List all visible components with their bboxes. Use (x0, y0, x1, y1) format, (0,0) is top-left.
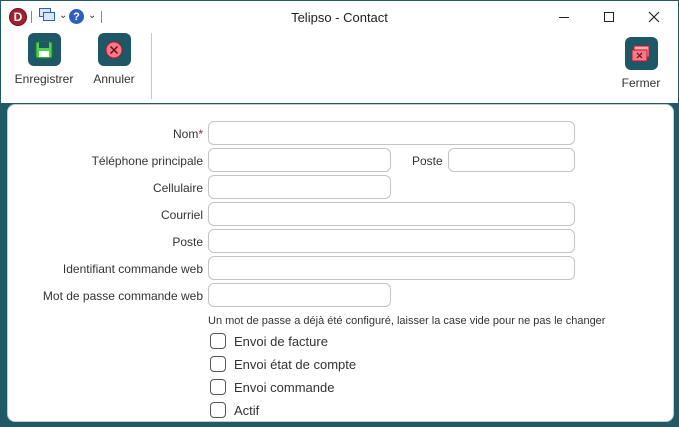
web-id-input[interactable] (208, 256, 575, 280)
web-password-label: Mot de passe commande web (42, 289, 203, 303)
checkbox[interactable] (210, 379, 226, 395)
save-icon (27, 33, 61, 66)
web-id-label: Identifiant commande web (62, 262, 203, 276)
courriel-input[interactable] (208, 202, 575, 226)
checkbox-label: Envoi commande (234, 379, 335, 395)
maximize-button[interactable] (586, 1, 632, 33)
fermer-button[interactable]: Fermer (615, 37, 667, 90)
poste-inline-input[interactable] (448, 148, 575, 172)
telephone-label: Téléphone principale (91, 154, 203, 168)
checkbox-label: Envoi état de compte (234, 356, 357, 372)
password-hint: Un mot de passe a déjà été configuré, la… (208, 315, 606, 327)
cancel-label: Annuler (93, 72, 135, 86)
poste-input[interactable] (208, 229, 575, 253)
checkbox-label: Actif (234, 402, 260, 418)
checkbox[interactable] (210, 356, 226, 372)
courriel-label: Courriel (160, 208, 203, 222)
nom-label: Nom* (172, 127, 203, 141)
minimize-button[interactable] (541, 1, 587, 33)
contact-form: Nom* Téléphone principale Poste Cellulai… (7, 104, 674, 422)
ribbon-toolbar: Enregistrer Annuler Fermer (1, 33, 678, 103)
save-label: Enregistrer (14, 72, 74, 86)
telephone-input[interactable] (208, 148, 391, 172)
required-mark: * (198, 127, 203, 141)
checkbox-label: Envoi de facture (234, 333, 328, 349)
close-icon (648, 11, 660, 23)
checkbox-actif[interactable]: Actif (210, 402, 259, 418)
checkbox-envoi-commande[interactable]: Envoi commande (210, 379, 334, 395)
checkbox-envoi-etat-compte[interactable]: Envoi état de compte (210, 356, 356, 372)
checkbox-envoi-facture[interactable]: Envoi de facture (210, 333, 328, 349)
cancel-button[interactable]: Annuler (87, 33, 141, 86)
poste-inline-label: Poste (412, 154, 443, 168)
close-form-icon (624, 37, 658, 70)
checkbox[interactable] (210, 333, 226, 349)
fermer-label: Fermer (621, 76, 661, 90)
web-password-input[interactable] (208, 283, 391, 307)
nom-input[interactable] (208, 121, 575, 145)
cellulaire-label: Cellulaire (152, 181, 203, 195)
contact-window: D ⌄ ? ⌄ Telipso - Contact Enregistrer An… (0, 0, 679, 427)
cellulaire-input[interactable] (208, 175, 391, 199)
save-button[interactable]: Enregistrer (11, 33, 77, 86)
cancel-icon (97, 33, 131, 66)
checkbox[interactable] (210, 402, 226, 418)
ribbon-separator (151, 33, 152, 99)
poste-label: Poste (172, 235, 203, 249)
title-bar: D ⌄ ? ⌄ Telipso - Contact (1, 1, 678, 33)
close-window-button[interactable] (631, 1, 677, 33)
